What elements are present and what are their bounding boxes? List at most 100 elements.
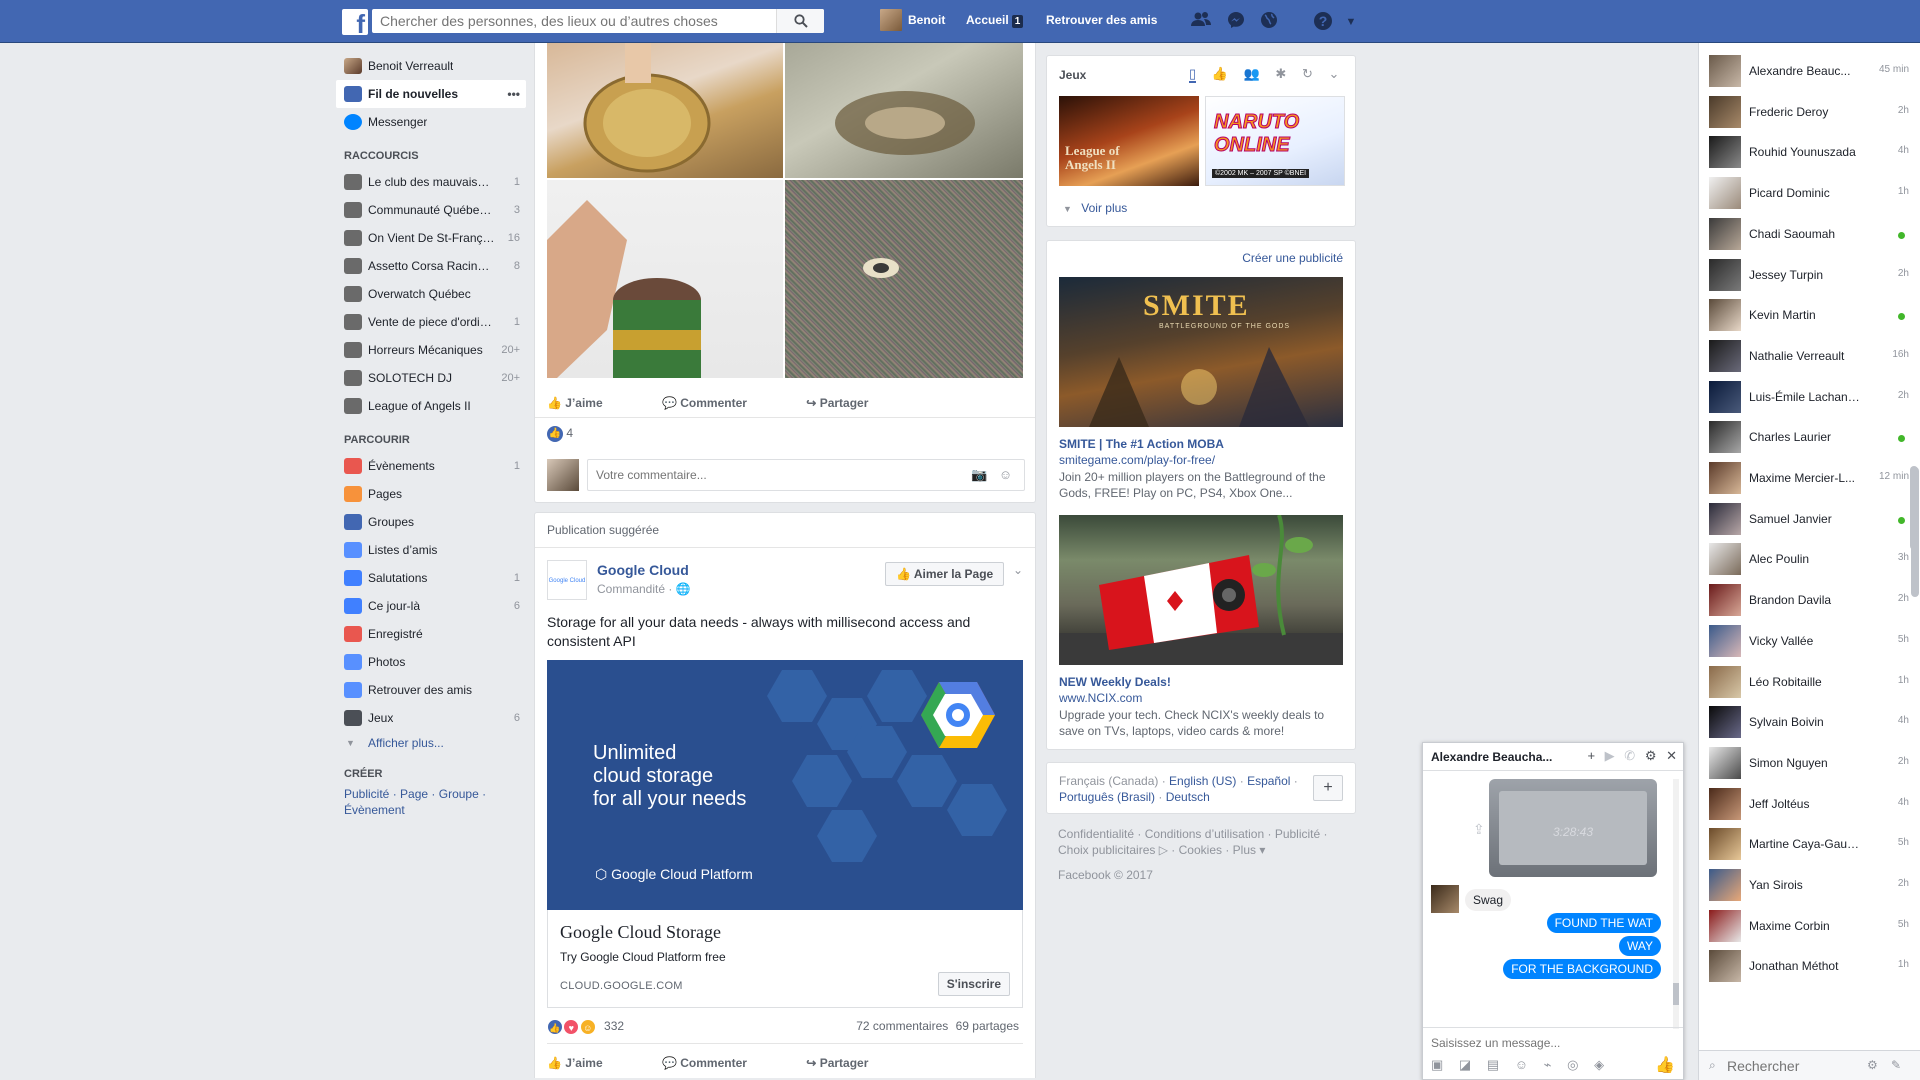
chat-contact-name[interactable]: Alexandre Beaucha... xyxy=(1431,750,1563,764)
show-more-link[interactable]: ▼ Afficher plus... xyxy=(336,732,526,754)
contact-item[interactable]: Jessey Turpin 2h xyxy=(1699,255,1909,295)
gif-icon[interactable]: ▤ xyxy=(1487,1057,1499,1072)
shortcut-item[interactable]: On Vient De St-Franç… 16 xyxy=(336,224,526,252)
contact-item[interactable]: Charles Laurier xyxy=(1699,417,1909,457)
photo-icon[interactable]: ▣ xyxy=(1431,1057,1443,1072)
language-link[interactable]: Português (Brasil) xyxy=(1059,790,1155,804)
thumb-icon[interactable]: 👍 xyxy=(1212,66,1228,81)
search-button[interactable] xyxy=(776,9,824,33)
post-photo-can-bottom[interactable] xyxy=(547,180,783,378)
home-link[interactable]: Accueil 1 xyxy=(966,13,1024,28)
chat-search-input[interactable] xyxy=(1727,1056,1857,1076)
chat-message-input[interactable] xyxy=(1431,1033,1651,1053)
shortcut-item[interactable]: Communauté Québe… 3 xyxy=(336,196,526,224)
find-friends-link[interactable]: Retrouver des amis xyxy=(1046,13,1157,27)
ad-url-link[interactable]: smitegame.com/play-for-free/ xyxy=(1059,453,1215,467)
language-link[interactable]: Deutsch xyxy=(1166,790,1210,804)
explore-item[interactable]: Salutations 1 xyxy=(336,564,526,592)
like-page-button[interactable]: 👍 Aimer la Page xyxy=(885,562,1005,586)
post-photo-crowd-bottom[interactable] xyxy=(785,180,1023,378)
like-button[interactable]: 👍 J’aime xyxy=(547,396,631,410)
like-button[interactable]: 👍 J’aime xyxy=(547,1056,631,1070)
shortcut-item[interactable]: Le club des mauvais… 1 xyxy=(336,168,526,196)
contact-item[interactable]: Alexandre Beauc... 45 min xyxy=(1699,51,1909,91)
post-photo-crowd-top[interactable] xyxy=(785,43,1023,178)
add-person-icon[interactable]: + xyxy=(1587,748,1595,763)
footer-link[interactable]: Confidentialité xyxy=(1058,827,1134,841)
profile-avatar[interactable] xyxy=(880,9,902,31)
facebook-logo[interactable]: f xyxy=(342,9,368,35)
page-scrollbar[interactable] xyxy=(1910,466,1918,550)
contact-item[interactable]: Maxime Mercier-L... 12 min xyxy=(1699,458,1909,498)
contact-item[interactable]: Samuel Janvier xyxy=(1699,499,1909,539)
more-options-icon[interactable]: ••• xyxy=(507,80,520,108)
comments-count-link[interactable]: 72 commentaires xyxy=(856,1019,948,1033)
contact-item[interactable]: Simon Nguyen 2h xyxy=(1699,743,1909,783)
friends-icon[interactable]: 👥 xyxy=(1244,66,1260,81)
shortcut-item[interactable]: League of Angels II xyxy=(336,392,526,420)
contact-item[interactable]: Nathalie Verreault 16h xyxy=(1699,336,1909,376)
gear-icon[interactable]: ⚙ xyxy=(1867,1058,1878,1072)
badge-icon[interactable]: ✱ xyxy=(1275,66,1286,81)
contact-item[interactable]: Frederic Deroy 2h xyxy=(1699,92,1909,132)
share-button[interactable]: ↪ Partager xyxy=(806,1056,896,1070)
shares-count-link[interactable]: 69 partages xyxy=(956,1019,1019,1033)
contact-item[interactable]: Kevin Martin xyxy=(1699,295,1909,335)
search-input[interactable] xyxy=(372,9,772,33)
game-tile-league-of-angels[interactable]: League of Angels II xyxy=(1059,96,1199,186)
new-message-icon[interactable]: ✎ xyxy=(1891,1058,1901,1072)
contact-item[interactable]: Rouhid Younuszada 4h xyxy=(1699,132,1909,172)
chevron-down-icon[interactable]: ⌄ xyxy=(1013,563,1023,577)
game-tile-naruto-online[interactable]: NARUTO ONLINE ©2002 MK – 2007 SP ©BNEI xyxy=(1205,96,1345,186)
contact-item[interactable]: Jonathan Méthot 1h xyxy=(1699,946,1909,986)
contact-item[interactable]: Maxime Corbin 5h xyxy=(1699,906,1909,946)
chevron-down-icon[interactable]: ▼ xyxy=(1340,11,1362,33)
language-link[interactable]: English (US) xyxy=(1169,774,1236,788)
ad-title-link[interactable]: SMITE | The #1 Action MOBA xyxy=(1059,437,1224,451)
bookmark-icon[interactable]: ▯ xyxy=(1189,66,1197,83)
explore-item[interactable]: Retrouver des amis xyxy=(336,676,526,704)
explore-item[interactable]: Évènements 1 xyxy=(336,452,526,480)
ad-image[interactable]: Unlimited cloud storage for all your nee… xyxy=(547,660,1023,910)
share-button[interactable]: ↪ Partager xyxy=(806,396,896,410)
chat-header[interactable]: Alexandre Beaucha... + ▶ ✆ ⚙ ✕ xyxy=(1423,743,1683,771)
chat-scroll-thumb[interactable] xyxy=(1673,983,1679,1005)
explore-item[interactable]: Pages xyxy=(336,480,526,508)
explore-item[interactable]: Jeux 6 xyxy=(336,704,526,732)
footer-link[interactable]: Publicité xyxy=(1275,827,1320,841)
footer-link[interactable]: Choix publicitaires xyxy=(1058,843,1155,857)
page-name-link[interactable]: Google Cloud xyxy=(597,562,689,578)
contact-item[interactable]: Luis-Émile Lachance... 2h xyxy=(1699,377,1909,417)
friends-icon[interactable] xyxy=(1190,11,1212,33)
language-link[interactable]: Español xyxy=(1247,774,1290,788)
create-group-link[interactable]: Groupe xyxy=(439,787,479,801)
close-icon[interactable]: ✕ xyxy=(1666,748,1677,763)
camera-icon[interactable]: 📷 xyxy=(971,467,987,482)
sticker-icon[interactable]: ◪ xyxy=(1459,1057,1471,1072)
shortcut-item[interactable]: SOLOTECH DJ 20+ xyxy=(336,364,526,392)
shared-video-thumbnail[interactable]: 3:28:43 xyxy=(1489,779,1657,877)
ad-url-link[interactable]: www.NCIX.com xyxy=(1059,691,1142,705)
help-icon[interactable]: ? xyxy=(1312,11,1334,33)
phone-icon[interactable]: ✆ xyxy=(1624,748,1635,763)
nav-messenger[interactable]: Messenger xyxy=(336,108,526,136)
explore-item[interactable]: Groupes xyxy=(336,508,526,536)
contact-item[interactable]: Yan Sirois 2h xyxy=(1699,865,1909,905)
ad-title-link[interactable]: NEW Weekly Deals! xyxy=(1059,675,1171,689)
globe-icon[interactable] xyxy=(1258,11,1280,33)
likes-summary[interactable]: 👍 4 xyxy=(547,426,573,442)
game-icon[interactable]: ◈ xyxy=(1594,1057,1604,1072)
shortcut-item[interactable]: Assetto Corsa Racin… 8 xyxy=(336,252,526,280)
comment-button[interactable]: 💬 Commenter xyxy=(662,1056,775,1070)
gear-icon[interactable]: ⚙ xyxy=(1645,748,1657,763)
contact-item[interactable]: Vicky Vallée 5h xyxy=(1699,621,1909,661)
emoji-icon[interactable]: ☺ xyxy=(1515,1057,1528,1072)
attach-icon[interactable]: ⌁ xyxy=(1544,1057,1552,1072)
google-cloud-logo[interactable]: Google Cloud xyxy=(547,560,587,600)
camera-icon[interactable]: ◎ xyxy=(1567,1057,1578,1072)
contact-item[interactable]: Martine Caya-Gaudron 5h xyxy=(1699,824,1909,864)
share-icon[interactable]: ⇪ xyxy=(1473,821,1485,838)
shortcut-item[interactable]: Vente de piece d'ordi… 1 xyxy=(336,308,526,336)
footer-link[interactable]: Cookies xyxy=(1179,843,1222,857)
chevron-down-icon[interactable]: ⌄ xyxy=(1328,66,1339,81)
